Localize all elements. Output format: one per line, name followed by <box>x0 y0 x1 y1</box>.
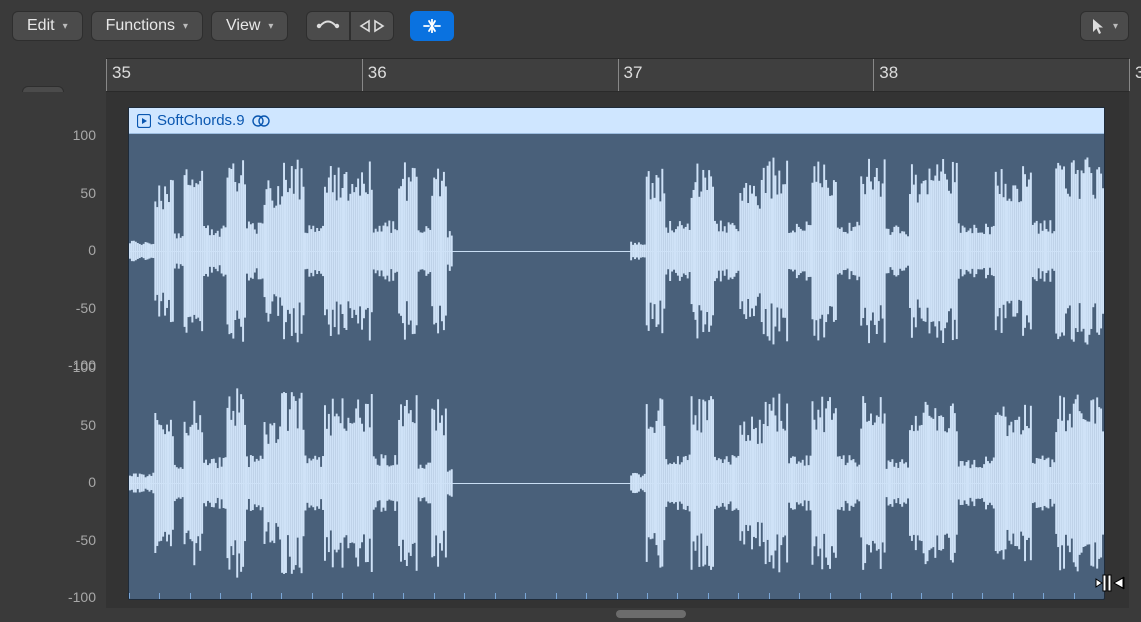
functions-menu[interactable]: Functions ▾ <box>91 11 203 41</box>
catch-playhead-button[interactable] <box>410 11 454 41</box>
timeline-ruler[interactable]: 3536373839 <box>106 58 1129 92</box>
scrollbar-thumb[interactable] <box>616 610 686 618</box>
bar-label: 35 <box>112 63 131 83</box>
chevron-down-icon: ▾ <box>1113 21 1118 32</box>
loop-icon <box>359 19 385 33</box>
amplitude-tick-label: 50 <box>80 417 96 433</box>
amplitude-tick-label: -50 <box>76 300 96 316</box>
play-region-icon <box>137 114 151 128</box>
waveform-svg-right <box>129 368 1104 598</box>
edit-menu[interactable]: Edit ▾ <box>12 11 83 41</box>
flex-icon <box>316 19 340 33</box>
amplitude-tick-label: 0 <box>88 474 96 490</box>
region-name-label: SoftChords.9 <box>157 112 245 129</box>
view-menu-label: View <box>226 17 260 35</box>
chevron-down-icon: ▾ <box>183 21 188 32</box>
bar-tick <box>618 59 619 91</box>
bar-label: 37 <box>624 63 643 83</box>
loop-tool-button[interactable] <box>350 11 394 41</box>
amplitude-tick-label: 100 <box>73 127 96 143</box>
bar-label: 36 <box>368 63 387 83</box>
stereo-icon <box>251 114 271 128</box>
waveform-svg-left <box>129 136 1104 366</box>
flex-tool-button[interactable] <box>306 11 350 41</box>
bar-label: 39 <box>1135 63 1141 83</box>
bar-tick <box>873 59 874 91</box>
amplitude-tick-label: 100 <box>73 359 96 375</box>
waveform-area[interactable]: SoftChords.9 <box>106 92 1129 608</box>
pointer-icon <box>1091 17 1105 35</box>
edit-menu-label: Edit <box>27 17 55 35</box>
amplitude-tick-label: -100 <box>68 589 96 605</box>
playhead-snap-icon <box>421 17 443 35</box>
bar-tick <box>1129 59 1130 91</box>
tool-segment-1 <box>306 11 394 41</box>
audio-region[interactable]: SoftChords.9 <box>128 107 1105 600</box>
amplitude-tick-label: 0 <box>88 242 96 258</box>
functions-menu-label: Functions <box>106 17 175 35</box>
waveform-channel-right <box>129 368 1104 598</box>
bar-label: 38 <box>879 63 898 83</box>
amplitude-scale: 100500-50-100100500-50-100 <box>0 92 106 622</box>
waveform-channel-left <box>129 136 1104 366</box>
region-header[interactable]: SoftChords.9 <box>129 108 1104 134</box>
bar-tick <box>362 59 363 91</box>
chevron-down-icon: ▾ <box>63 21 68 32</box>
view-menu[interactable]: View ▾ <box>211 11 288 41</box>
editor-toolbar: Edit ▾ Functions ▾ View ▾ <box>12 6 1129 46</box>
bar-tick <box>106 59 107 91</box>
pointer-tool-menu[interactable]: ▾ <box>1080 11 1129 41</box>
chevron-down-icon: ▾ <box>268 21 273 32</box>
horizontal-scrollbar[interactable] <box>106 610 1129 620</box>
amplitude-tick-label: -50 <box>76 532 96 548</box>
amplitude-tick-label: 50 <box>80 185 96 201</box>
